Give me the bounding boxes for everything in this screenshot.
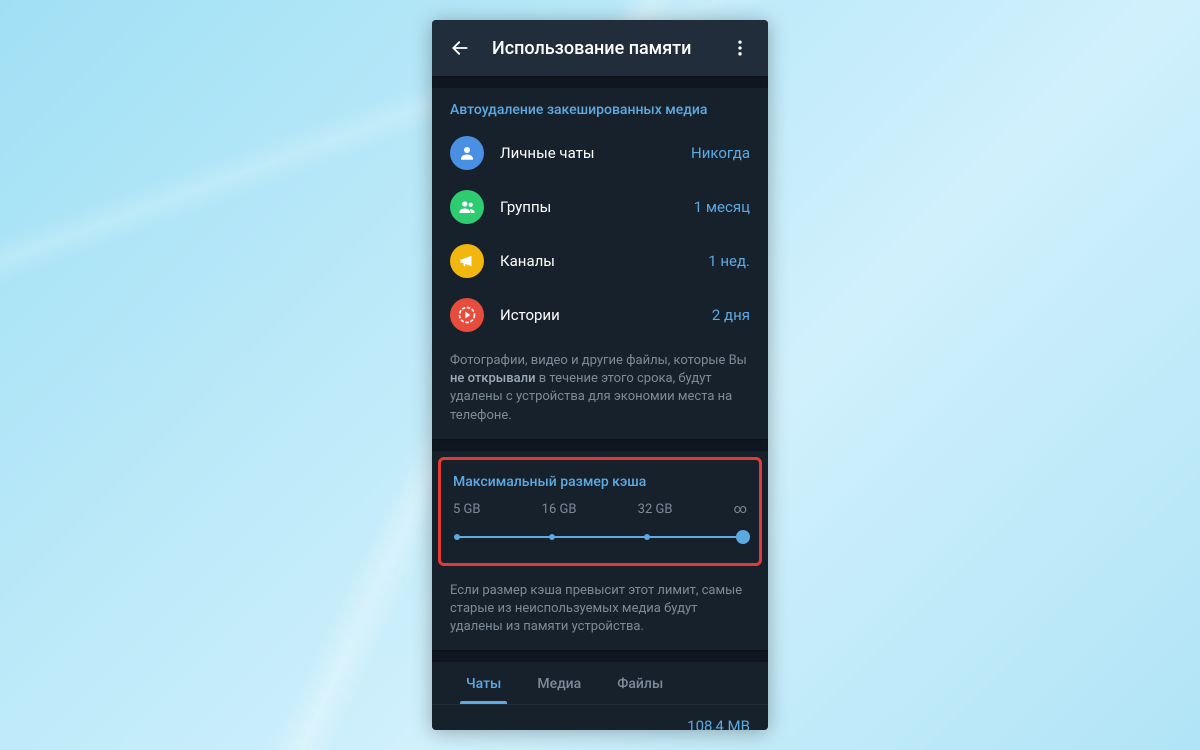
- row-stories[interactable]: Истории 2 дня: [432, 288, 768, 342]
- tabs: Чаты Медиа Файлы: [432, 662, 768, 705]
- tab-files[interactable]: Файлы: [599, 662, 681, 704]
- hint-cache: Если размер кэша превысит этот лимит, са…: [432, 572, 768, 651]
- row-channels[interactable]: Каналы 1 нед.: [432, 234, 768, 288]
- row-label: Группы: [500, 198, 694, 216]
- divider: [432, 76, 768, 88]
- slider-label: ∞: [734, 502, 747, 517]
- more-button[interactable]: [720, 28, 760, 68]
- group-icon: [450, 190, 484, 224]
- hint-autoremove: Фотографии, видео и другие файлы, которы…: [432, 342, 768, 439]
- megaphone-icon: [450, 244, 484, 278]
- slider-label: 32 GB: [638, 502, 673, 517]
- tab-media[interactable]: Медиа: [519, 662, 599, 704]
- slider-tick: [644, 534, 650, 540]
- page-title: Использование памяти: [492, 38, 720, 59]
- row-label: Личные чаты: [500, 144, 691, 162]
- slider-line: [457, 536, 743, 538]
- total-size: 108,4 MB: [687, 717, 750, 730]
- row-label: Истории: [500, 306, 712, 324]
- divider: [432, 650, 768, 662]
- slider-label: 5 GB: [453, 502, 481, 517]
- toolbar: Использование памяти: [432, 20, 768, 76]
- tab-chats[interactable]: Чаты: [448, 662, 519, 704]
- section-header-autoremove: Автоудаление закешированных медиа: [432, 88, 768, 126]
- row-private-chats[interactable]: Личные чаты Никогда: [432, 126, 768, 180]
- divider: [432, 439, 768, 451]
- row-label: Каналы: [500, 252, 708, 270]
- highlight-cache-size: Максимальный размер кэша 5 GB 16 GB 32 G…: [438, 457, 762, 566]
- more-vertical-icon: [730, 38, 750, 58]
- row-groups[interactable]: Группы 1 месяц: [432, 180, 768, 234]
- slider-tick: [549, 534, 555, 540]
- cache-size-slider[interactable]: [457, 531, 743, 543]
- back-button[interactable]: [440, 28, 480, 68]
- slider-thumb[interactable]: [736, 530, 750, 544]
- phone-frame: Использование памяти Автоудаление закеши…: [432, 20, 768, 730]
- row-value: Никогда: [691, 144, 750, 162]
- section-header-cache: Максимальный размер кэша: [441, 460, 759, 498]
- row-value: 1 месяц: [694, 198, 750, 216]
- total-row: 108,4 MB: [432, 705, 768, 730]
- row-value: 2 дня: [712, 306, 750, 324]
- row-value: 1 нед.: [708, 252, 750, 270]
- person-icon: [450, 136, 484, 170]
- play-circle-icon: [450, 298, 484, 332]
- slider-tick: [454, 534, 460, 540]
- slider-label: 16 GB: [542, 502, 577, 517]
- content: Автоудаление закешированных медиа Личные…: [432, 76, 768, 730]
- slider-labels: 5 GB 16 GB 32 GB ∞: [441, 498, 759, 523]
- arrow-left-icon: [450, 38, 470, 58]
